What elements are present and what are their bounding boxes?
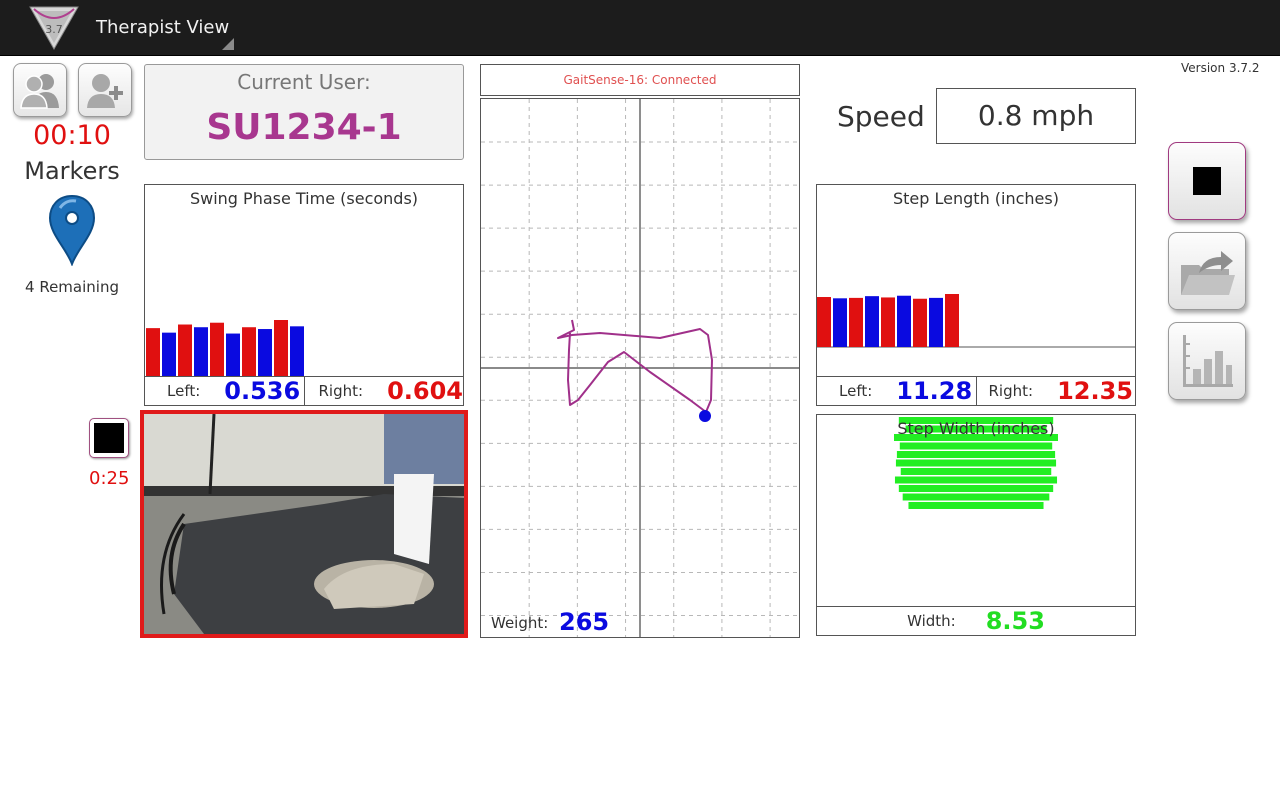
step-width-bar-11	[908, 502, 1044, 509]
swing-left-label: Left:	[167, 382, 201, 400]
step-length-bars	[817, 294, 1135, 348]
version-label: Version 3.7.2	[1181, 61, 1260, 75]
step-length-values-row: Left: 11.28 Right: 12.35	[816, 376, 1136, 406]
swing-phase-bar-right-3	[226, 333, 240, 376]
current-user-box: Current User: SU1234-1	[144, 64, 464, 160]
stop-session-button[interactable]	[1168, 142, 1246, 220]
reports-button[interactable]	[1168, 322, 1246, 400]
step-length-bar-left-1	[817, 297, 831, 347]
current-user-id: SU1234-1	[206, 107, 402, 148]
camera-feed[interactable]	[140, 410, 468, 638]
pressure-cursor-dot	[699, 410, 711, 422]
center-of-pressure-plot	[480, 98, 800, 638]
step-width-title: Step Width (inches)	[897, 419, 1055, 438]
weight-value: 265	[559, 608, 610, 636]
step-width-cell: Width: 8.53	[817, 607, 1135, 635]
bar-chart-icon	[1183, 335, 1233, 387]
map-pin-icon[interactable]	[48, 194, 96, 266]
swing-right-value: 0.604	[387, 377, 463, 405]
weight-label: Weight:	[491, 614, 549, 632]
current-user-label: Current User:	[237, 70, 371, 94]
step-width-values-row: Width: 8.53	[816, 606, 1136, 636]
swing-left-cell: Left: 0.536	[145, 377, 304, 405]
session-timer: 00:10	[33, 120, 111, 151]
video-stop-button[interactable]	[89, 418, 129, 458]
step-length-bar-right-4	[929, 297, 943, 347]
swing-phase-bar-right-5	[290, 326, 304, 376]
step-width-chart: Step Width (inches)	[816, 414, 1136, 607]
users-button[interactable]	[13, 63, 67, 117]
add-user-button[interactable]	[78, 63, 132, 117]
step-length-left-cell: Left: 11.28	[817, 377, 976, 405]
markers-label: Markers	[24, 157, 120, 185]
users-icon	[20, 74, 59, 109]
swing-right-cell: Right: 0.604	[303, 377, 464, 405]
connection-status: GaitSense-16: Connected	[480, 64, 800, 96]
logo-text: 3.7	[45, 23, 63, 36]
step-length-bar-left-2	[849, 297, 863, 347]
step-length-bar-right-1	[833, 298, 847, 347]
speed-label: Speed	[837, 100, 925, 133]
swing-phase-bar-right-1	[162, 332, 176, 376]
step-width-value: 8.53	[985, 607, 1045, 635]
swing-phase-chart: Swing Phase Time (seconds)	[144, 184, 464, 377]
add-user-icon	[87, 74, 123, 108]
step-length-bar-left-4	[913, 298, 927, 347]
export-button[interactable]	[1168, 232, 1246, 310]
swing-phase-bar-left-3	[210, 322, 224, 376]
step-width-bars	[894, 417, 1058, 509]
swing-phase-bars	[146, 320, 304, 376]
pressure-trace-canvas	[481, 99, 799, 637]
step-length-chart: Step Length (inches)	[816, 184, 1136, 377]
pressure-trace-line	[557, 319, 713, 413]
step-length-bar-right-2	[865, 296, 879, 347]
step-length-left-label: Left:	[839, 382, 873, 400]
step-length-right-cell: Right: 12.35	[975, 377, 1136, 405]
step-width-bar-9	[898, 485, 1054, 492]
swing-phase-bar-left-4	[242, 327, 256, 376]
swing-phase-bar-left-5	[274, 320, 288, 376]
swing-phase-bar-right-4	[258, 329, 272, 376]
step-length-bar-left-3	[881, 297, 895, 347]
step-width-label: Width:	[907, 612, 956, 630]
app-title[interactable]: Therapist View	[96, 17, 229, 38]
app-logo-icon[interactable]: 3.7	[28, 5, 80, 51]
step-width-bar-8	[894, 476, 1058, 484]
markers-remaining: 4 Remaining	[25, 278, 119, 296]
step-width-bar-4	[899, 442, 1053, 450]
step-width-bar-7	[900, 468, 1052, 475]
step-width-bar-10	[902, 493, 1050, 501]
swing-phase-bar-left-2	[178, 324, 192, 376]
swing-values-row: Left: 0.536 Right: 0.604	[144, 376, 464, 406]
step-length-right-value: 12.35	[1057, 377, 1133, 405]
stop-icon	[1193, 167, 1221, 195]
swing-phase-bar-left-1	[146, 328, 160, 376]
dropdown-corner-icon[interactable]	[222, 38, 234, 50]
stop-icon	[94, 423, 124, 453]
step-length-left-value: 11.28	[896, 377, 973, 405]
camera-frame-image	[144, 414, 464, 634]
swing-left-value: 0.536	[224, 377, 301, 405]
swing-phase-bar-right-2	[194, 327, 208, 376]
swing-right-label: Right:	[318, 382, 364, 400]
speed-value: 0.8 mph	[936, 88, 1136, 144]
step-width-bar-5	[896, 451, 1056, 458]
step-width-bar-6	[895, 459, 1057, 467]
step-length-bar-left-5	[945, 294, 959, 347]
recording-time: 0:25	[89, 468, 130, 489]
step-length-bar-right-3	[897, 295, 911, 347]
folder-export-icon	[1181, 251, 1235, 295]
step-length-right-label: Right:	[988, 382, 1034, 400]
